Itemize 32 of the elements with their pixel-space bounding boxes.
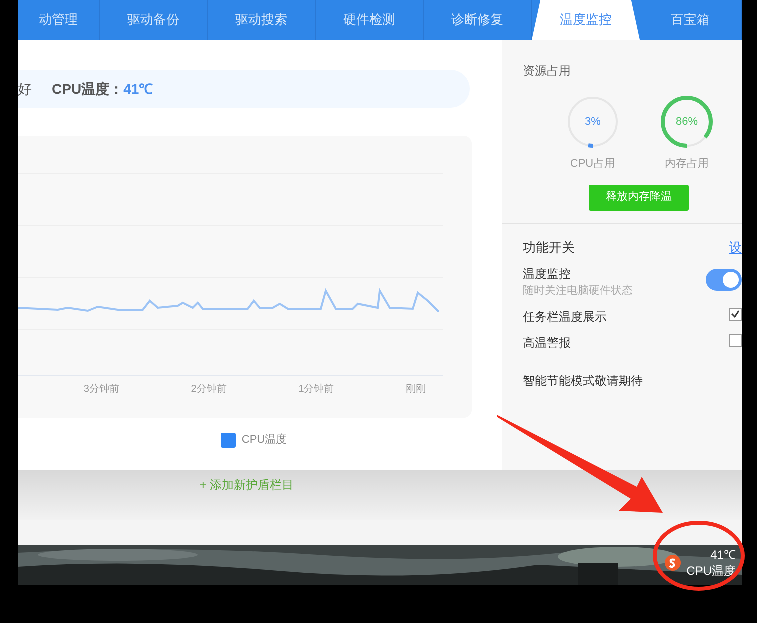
tab[interactable]: 驱动搜索	[208, 0, 316, 40]
switch-label: 任务栏温度展示	[523, 308, 607, 326]
axis-label: 刚刚	[406, 383, 426, 397]
toggle-switch[interactable]	[706, 269, 742, 291]
section-title: 资源占用	[523, 63, 572, 80]
axis-label: 1分钟前	[298, 382, 334, 397]
usage-label: CPU占用	[570, 157, 616, 172]
checkbox[interactable]	[729, 334, 742, 346]
usage-reading: 86%	[674, 114, 700, 130]
axis-label: 3分钟前	[84, 382, 120, 397]
settings-link[interactable]: 设	[729, 238, 742, 257]
tray-temperature[interactable]: 41℃	[710, 547, 736, 563]
feature-note: 智能节能模式敬请期待	[523, 372, 644, 390]
add-link[interactable]: + 添加新护盾栏目	[200, 476, 294, 520]
switch-hint: 随时关注电脑硬件状态	[523, 284, 633, 299]
tab[interactable]: 硬件检测	[316, 0, 424, 40]
tab[interactable]: 温度监控	[532, 0, 640, 40]
usage-reading: 3%	[584, 114, 602, 130]
usage-label: 内存占用	[665, 157, 709, 172]
switch-label: 温度监控	[523, 266, 572, 283]
free-memory-button[interactable]: 释放内存降温	[589, 184, 689, 210]
temperature-label: CPU温度：	[52, 80, 124, 98]
switch-label: 高温警报	[523, 334, 571, 352]
tab[interactable]: 驱动备份	[100, 0, 208, 40]
legend-swatch-icon	[220, 432, 236, 448]
section-title: 功能开关	[523, 238, 575, 256]
legend-label: CPU温度	[242, 432, 288, 448]
axis-label: 2分钟前	[191, 382, 227, 397]
temperature-value: 41℃	[124, 80, 154, 98]
checkbox[interactable]	[729, 308, 742, 320]
tab[interactable]: 动管理	[18, 0, 100, 40]
status-text: 好	[18, 80, 32, 98]
